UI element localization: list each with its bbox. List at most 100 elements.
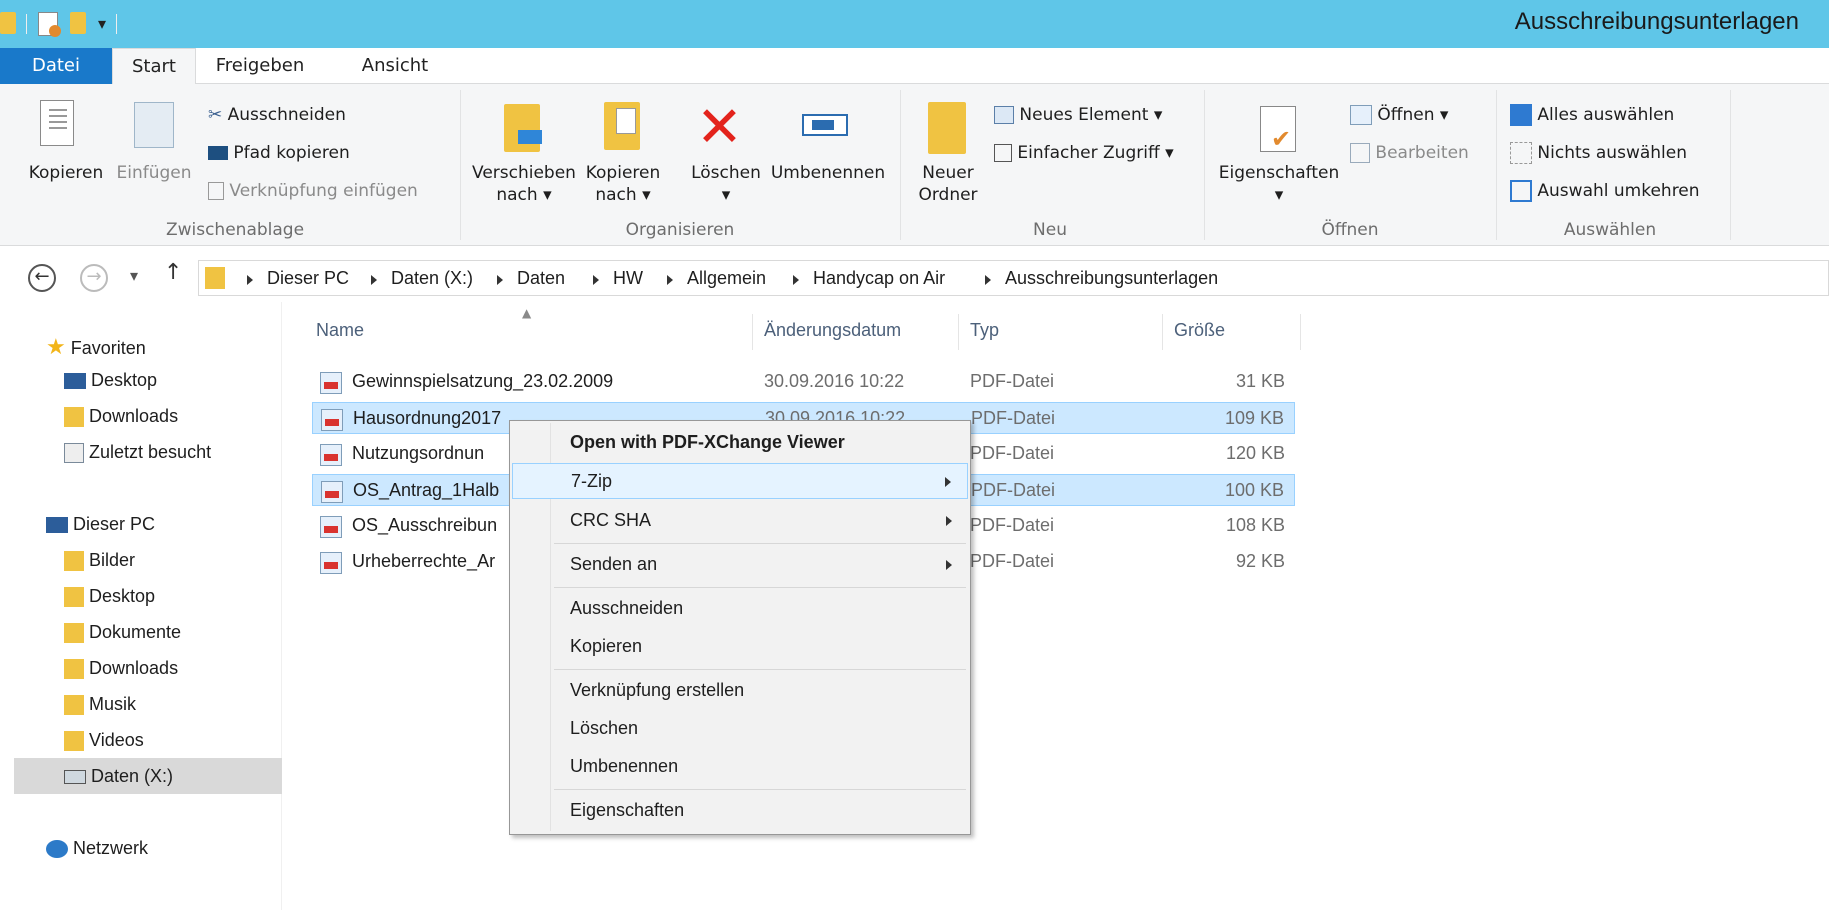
context-menu: Open with PDF-XChange Viewer 7-Zip CRC S… [509, 420, 971, 835]
pdf-file-icon [320, 552, 342, 574]
breadcrumb-item[interactable]: Dieser PC [267, 268, 349, 289]
downloads-folder-icon [64, 407, 84, 428]
qa-dropdown-icon[interactable]: ▾ [98, 14, 106, 33]
new-item-button[interactable]: Neues Element ▾ [994, 104, 1162, 126]
ribbon: Kopieren Einfügen ✂ Ausschneiden Pfad ko… [0, 84, 1829, 246]
nav-this-pc[interactable]: Dieser PC [46, 514, 155, 535]
nav-item[interactable]: Bilder [64, 550, 135, 572]
nav-item[interactable]: Downloads [64, 658, 178, 680]
folder-icon [0, 12, 16, 34]
documents-folder-icon [64, 623, 84, 644]
select-none-icon [1510, 142, 1532, 164]
path-icon [208, 146, 228, 160]
easy-access-button[interactable]: Einfacher Zugriff ▾ [994, 142, 1174, 164]
select-all-icon [1510, 104, 1532, 126]
nav-network[interactable]: Netzwerk [46, 838, 148, 859]
desktop-icon [64, 373, 86, 390]
shortcut-icon [208, 182, 224, 200]
address-box[interactable]: Dieser PC Daten (X:) Daten HW Allgemein … [198, 260, 1829, 296]
computer-icon [46, 517, 68, 534]
invert-selection-icon [1510, 180, 1532, 202]
breadcrumb-item[interactable]: Daten [517, 268, 565, 289]
column-header-date[interactable]: Änderungsdatum [764, 320, 901, 341]
address-bar-row: ← → ▾ ↑ Dieser PC Daten (X:) Daten HW Al… [0, 254, 1829, 302]
recent-locations-button[interactable]: ▾ [130, 266, 138, 285]
tab-share[interactable]: Freigeben [206, 48, 314, 85]
properties-button[interactable]: Eigenschaften ▾ [1214, 162, 1344, 206]
network-icon [46, 840, 68, 859]
delete-icon: ✕ [696, 95, 743, 160]
menu-item-create-shortcut[interactable]: Verknüpfung erstellen [512, 673, 968, 709]
select-all-button[interactable]: Alles auswählen [1510, 104, 1674, 126]
file-row[interactable]: Gewinnspielsatzung_23.02.2009 30.09.2016… [312, 366, 1295, 398]
nav-item[interactable]: Musik [64, 694, 136, 716]
invert-selection-button[interactable]: Auswahl umkehren [1510, 180, 1700, 202]
properties-icon[interactable] [38, 12, 61, 37]
easy-access-icon [994, 144, 1012, 162]
select-none-button[interactable]: Nichts auswählen [1510, 142, 1687, 164]
delete-button[interactable]: Löschen ▾ [686, 162, 766, 206]
breadcrumb-item[interactable]: Ausschreibungsunterlagen [1005, 268, 1218, 289]
paste-button[interactable]: Einfügen [112, 162, 196, 184]
downloads-folder-icon [64, 659, 84, 680]
tab-view[interactable]: Ansicht [348, 48, 442, 85]
sort-ascending-icon: ▲ [522, 306, 532, 320]
menu-item-delete[interactable]: Löschen [512, 711, 968, 747]
breadcrumb-item[interactable]: HW [613, 268, 643, 289]
menu-item-copy[interactable]: Kopieren [512, 629, 968, 665]
menu-item-cut[interactable]: Ausschneiden [512, 591, 968, 627]
column-header-type[interactable]: Typ [970, 320, 999, 341]
up-button[interactable]: ↑ [164, 260, 182, 285]
column-header-size[interactable]: Größe [1174, 320, 1225, 341]
column-header-name[interactable]: Name [316, 320, 364, 341]
tab-file[interactable]: Datei [0, 48, 112, 85]
nav-item[interactable]: Zuletzt besucht [64, 442, 211, 464]
nav-item[interactable]: Downloads [64, 406, 178, 428]
recent-places-icon [64, 443, 84, 464]
group-label-open: Öffnen [1321, 220, 1379, 240]
forward-button[interactable]: → [80, 264, 108, 292]
menu-item-rename[interactable]: Umbenennen [512, 749, 968, 785]
edit-button[interactable]: Bearbeiten [1350, 142, 1469, 164]
open-button[interactable]: Öffnen ▾ [1350, 104, 1448, 126]
group-label-select: Auswählen [1563, 220, 1657, 240]
menu-item-open-with-pdfxchange[interactable]: Open with PDF-XChange Viewer [512, 425, 968, 461]
paste-shortcut-button[interactable]: Verknüpfung einfügen [208, 180, 418, 202]
network-drive-icon [64, 770, 86, 785]
cut-button[interactable]: ✂ Ausschneiden [208, 104, 346, 126]
submenu-arrow-icon [945, 477, 951, 487]
breadcrumb-item[interactable]: Handycap on Air [813, 268, 945, 289]
menu-item-send-to[interactable]: Senden an [512, 547, 968, 583]
copy-path-button[interactable]: Pfad kopieren [208, 142, 350, 164]
pictures-folder-icon [64, 551, 84, 572]
nav-favorites[interactable]: ★ Favoriten [46, 334, 146, 360]
new-folder-icon[interactable] [70, 12, 86, 34]
nav-item[interactable]: Desktop [64, 586, 155, 608]
edit-icon [1350, 143, 1370, 163]
desktop-folder-icon [64, 587, 84, 608]
breadcrumb-item[interactable]: Allgemein [687, 268, 766, 289]
menu-item-7zip[interactable]: 7-Zip [512, 463, 968, 499]
move-to-button[interactable]: Verschieben nach ▾ [470, 162, 578, 206]
breadcrumb-item[interactable]: Daten (X:) [391, 268, 473, 289]
copy-button[interactable]: Kopieren [24, 162, 108, 184]
new-folder-icon [928, 102, 966, 154]
submenu-arrow-icon [946, 560, 952, 570]
back-button[interactable]: ← [28, 264, 56, 292]
copy-icon [40, 100, 74, 146]
nav-item[interactable]: Desktop [64, 370, 157, 391]
copy-to-icon [604, 102, 640, 150]
new-folder-button[interactable]: Neuer Ordner [908, 162, 988, 206]
tab-start[interactable]: Start [112, 48, 196, 85]
rename-button[interactable]: Umbenennen [768, 162, 888, 184]
pdf-file-icon [320, 444, 342, 466]
menu-item-properties[interactable]: Eigenschaften [512, 793, 968, 829]
nav-item[interactable]: Daten (X:) [64, 766, 173, 787]
copy-to-button[interactable]: Kopieren nach ▾ [580, 162, 666, 206]
nav-item[interactable]: Dokumente [64, 622, 181, 644]
menu-item-crc-sha[interactable]: CRC SHA [512, 503, 968, 539]
group-label-new: Neu [1033, 220, 1067, 240]
nav-item[interactable]: Videos [64, 730, 144, 752]
scissors-icon: ✂ [208, 105, 223, 125]
pdf-file-icon [320, 372, 342, 394]
